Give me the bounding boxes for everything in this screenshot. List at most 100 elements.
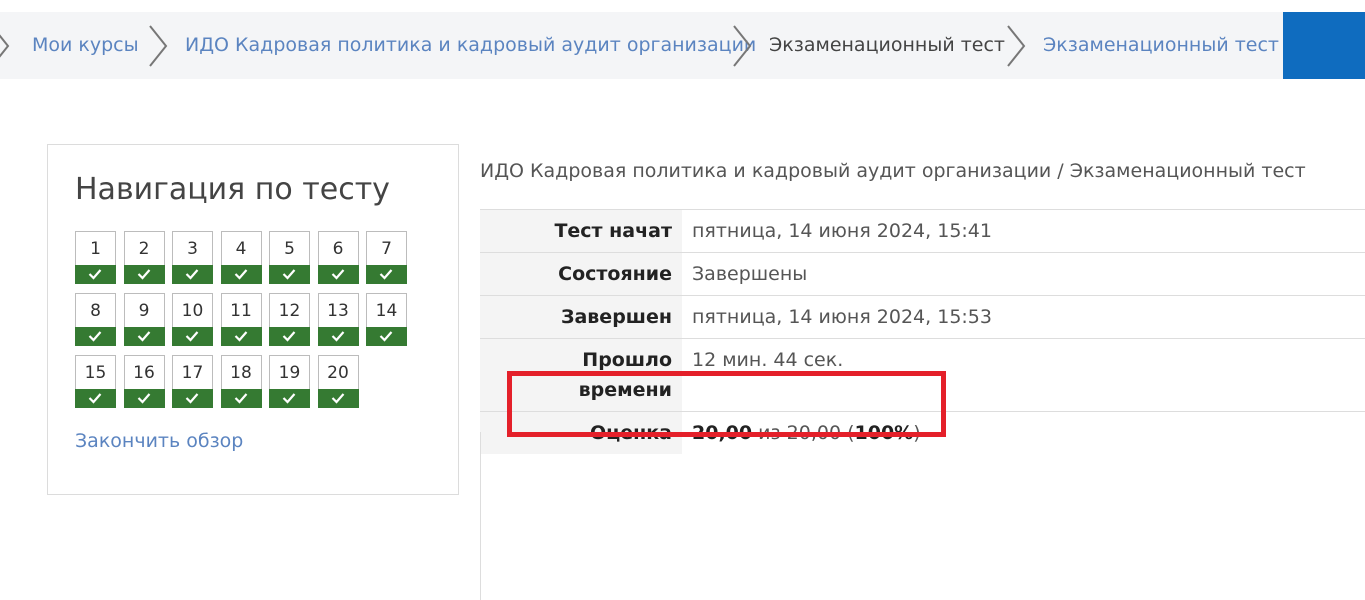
elapsed-label: Прошло времени bbox=[480, 339, 682, 411]
question-number: 19 bbox=[278, 363, 301, 383]
checkmark-icon bbox=[234, 269, 247, 280]
question-button[interactable]: 16 bbox=[123, 355, 165, 408]
question-state-bar bbox=[172, 327, 213, 346]
question-button[interactable]: 4 bbox=[220, 231, 262, 284]
question-number: 15 bbox=[84, 363, 107, 383]
question-button[interactable]: 18 bbox=[220, 355, 262, 408]
question-button[interactable]: 9 bbox=[123, 293, 165, 346]
question-number: 13 bbox=[327, 301, 349, 321]
breadcrumb-course[interactable]: ИДО Кадровая политика и кадровый аудит о… bbox=[185, 12, 756, 79]
question-state-bar bbox=[220, 265, 262, 284]
checkmark-icon bbox=[282, 393, 296, 404]
question-button[interactable]: 20 bbox=[317, 355, 359, 408]
started-label: Тест начат bbox=[480, 210, 682, 252]
question-state-bar bbox=[172, 265, 213, 284]
heading-quiz: Экзаменационный тест bbox=[1069, 160, 1306, 182]
question-button[interactable]: 1 bbox=[75, 231, 116, 284]
grade-of: из 20,00 ( bbox=[758, 422, 855, 444]
elapsed-label-line-1: Прошло bbox=[582, 349, 672, 371]
header-accent-block bbox=[1283, 12, 1365, 79]
elapsed-value: 12 мин. 44 сек. bbox=[692, 349, 844, 371]
checkmark-icon bbox=[185, 331, 199, 342]
question-button[interactable]: 12 bbox=[269, 293, 310, 346]
checkmark-icon bbox=[137, 393, 150, 404]
question-number: 17 bbox=[181, 363, 204, 383]
breadcrumb-section: Экзаменационный тест bbox=[769, 34, 1005, 56]
question-state-bar bbox=[220, 389, 262, 408]
question-button[interactable]: 13 bbox=[317, 293, 359, 346]
grade-score: 20,00 bbox=[692, 422, 753, 444]
heading-course: ИДО Кадровая политика и кадровый аудит о… bbox=[480, 160, 1052, 182]
question-button[interactable]: 15 bbox=[75, 355, 116, 408]
question-number: 3 bbox=[187, 239, 198, 259]
question-state-bar bbox=[123, 265, 165, 284]
checkmark-icon bbox=[137, 331, 150, 342]
question-state-bar bbox=[172, 389, 213, 408]
question-number: 10 bbox=[181, 301, 204, 321]
question-button[interactable]: 2 bbox=[123, 231, 165, 284]
grade-value: 20,00 из 20,00 (100%) bbox=[682, 412, 1365, 454]
question-button[interactable]: 11 bbox=[220, 293, 262, 346]
quiz-navigation-block: Навигация по тесту 1 2 3 4 5 6 7 8 9 10 11 12 13 14 15… bbox=[47, 144, 459, 495]
question-number: 12 bbox=[278, 301, 301, 321]
question-state-bar bbox=[123, 389, 165, 408]
breadcrumb-quiz[interactable]: Экзаменационный тест bbox=[1043, 12, 1279, 79]
finish-review-link[interactable]: Закончить обзор bbox=[75, 430, 243, 452]
checkmark-icon bbox=[185, 269, 199, 280]
question-button[interactable]: 14 bbox=[366, 293, 407, 346]
summary-row-state: Состояние Завершены bbox=[480, 253, 1365, 296]
checkmark-icon bbox=[88, 393, 102, 404]
question-state-bar bbox=[269, 389, 310, 408]
grade-label: Оценка bbox=[480, 412, 682, 454]
question-state-bar bbox=[75, 327, 116, 346]
checkmark-icon bbox=[234, 331, 247, 342]
question-button[interactable]: 17 bbox=[172, 355, 213, 408]
checkmark-icon bbox=[282, 269, 296, 280]
grade-close: ) bbox=[913, 422, 921, 444]
question-button[interactable]: 5 bbox=[269, 231, 310, 284]
checkmark-icon bbox=[379, 269, 393, 280]
question-number: 11 bbox=[230, 301, 252, 321]
question-state-bar bbox=[366, 265, 407, 284]
question-button[interactable]: 6 bbox=[317, 231, 359, 284]
breadcrumb-my-courses[interactable]: Мои курсы bbox=[32, 12, 139, 79]
question-button[interactable]: 8 bbox=[75, 293, 116, 346]
question-button[interactable]: 19 bbox=[269, 355, 310, 408]
question-number: 14 bbox=[375, 301, 398, 321]
completed-value: пятница, 14 июня 2024, 15:53 bbox=[692, 306, 992, 328]
question-number: 1 bbox=[90, 239, 101, 259]
question-state-bar bbox=[220, 327, 262, 346]
checkmark-icon bbox=[282, 331, 296, 342]
checkmark-icon bbox=[331, 269, 344, 280]
question-button[interactable]: 10 bbox=[172, 293, 213, 346]
question-number: 9 bbox=[138, 301, 150, 321]
grade-percent: 100% bbox=[854, 422, 914, 444]
question-state-bar bbox=[317, 389, 359, 408]
summary-row-grade: Оценка 20,00 из 20,00 (100%) bbox=[480, 412, 1365, 454]
checkmark-icon bbox=[379, 331, 393, 342]
question-number: 18 bbox=[230, 363, 252, 383]
question-number: 6 bbox=[332, 239, 344, 259]
checkmark-icon bbox=[331, 331, 344, 342]
question-number: 20 bbox=[327, 363, 349, 383]
breadcrumb: Мои курсы ИДО Кадровая политика и кадров… bbox=[0, 12, 1283, 79]
question-button[interactable]: 3 bbox=[172, 231, 213, 284]
question-button[interactable]: 7 bbox=[366, 231, 407, 284]
checkmark-icon bbox=[331, 393, 344, 404]
state-label: Состояние bbox=[480, 253, 682, 295]
question-state-bar bbox=[366, 327, 407, 346]
checkmark-icon bbox=[88, 269, 102, 280]
page-heading: ИДО Кадровая политика и кадровый аудит о… bbox=[480, 160, 1306, 182]
chevron-right-icon bbox=[149, 25, 168, 67]
chevron-right-icon bbox=[1007, 25, 1026, 67]
summary-row-completed: Завершен пятница, 14 июня 2024, 15:53 bbox=[480, 296, 1365, 339]
checkmark-icon bbox=[234, 393, 247, 404]
attempt-summary-table: Тест начат пятница, 14 июня 2024, 15:41 … bbox=[480, 209, 1365, 454]
question-number: 4 bbox=[235, 239, 247, 259]
question-number: 7 bbox=[381, 239, 392, 259]
checkmark-icon bbox=[88, 331, 102, 342]
started-value: пятница, 14 июня 2024, 15:41 bbox=[692, 220, 992, 242]
question-number: 16 bbox=[133, 363, 155, 383]
question-number: 8 bbox=[90, 301, 101, 321]
question-state-bar bbox=[269, 327, 310, 346]
